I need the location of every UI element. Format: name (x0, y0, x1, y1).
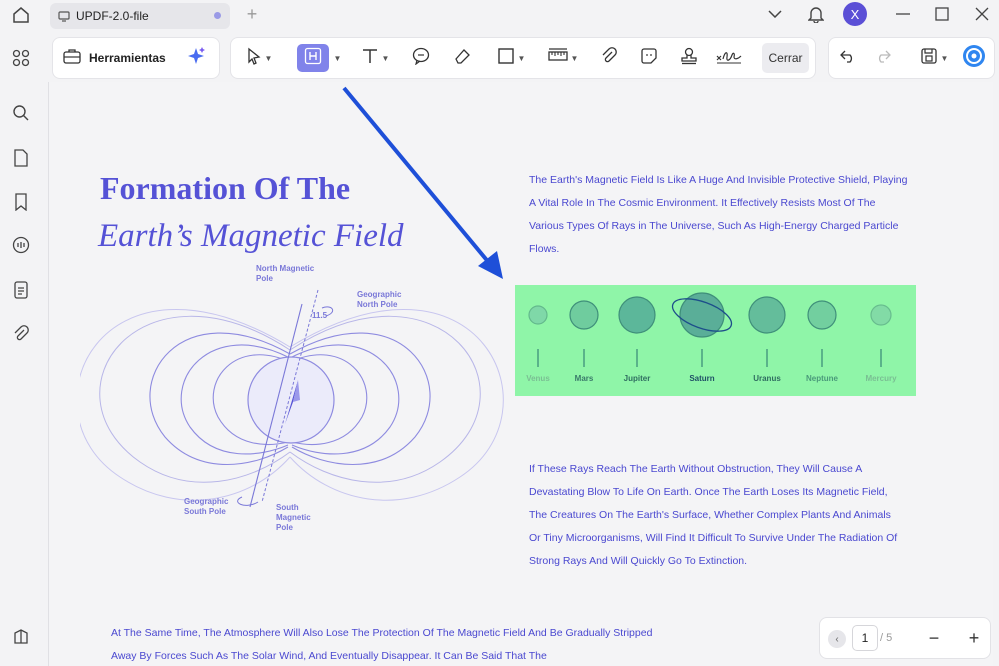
close-icon[interactable] (969, 2, 995, 26)
speech-bubble-icon (412, 47, 430, 70)
page-number-input[interactable]: 1 (852, 625, 878, 651)
magnetic-field-diagram: North Magnetic Pole Geographic North Pol… (76, 262, 510, 542)
bookmark-icon[interactable] (10, 191, 32, 213)
left-sidebar (0, 30, 44, 666)
redo-icon (875, 49, 891, 68)
measure-tool[interactable]: ▼ (543, 44, 583, 72)
stamp-icon (680, 47, 698, 70)
tools-button[interactable]: Herramientas (52, 37, 220, 79)
bell-icon[interactable] (803, 2, 829, 26)
page-total: / 5 (880, 632, 893, 644)
eraser-icon (453, 47, 471, 70)
apps-grid-icon[interactable] (10, 47, 32, 69)
chevron-down-icon[interactable]: ▼ (382, 54, 390, 63)
square-icon (497, 47, 515, 70)
planet-label: Jupiter (623, 374, 651, 383)
shape-tool[interactable]: ▼ (491, 44, 531, 72)
search-icon[interactable] (10, 102, 32, 124)
toolbox-icon (63, 48, 81, 69)
page-thumbnail-icon[interactable] (10, 147, 32, 169)
ai-assistant-icon (962, 44, 986, 73)
planet-label: Saturn (689, 374, 715, 383)
highlight-options[interactable]: ▼ (331, 44, 342, 72)
zoom-out-button[interactable]: − (924, 628, 944, 648)
stamp-tool[interactable] (678, 44, 700, 72)
south-magnetic-pole-label: South Magnetic Pole (276, 503, 311, 532)
select-tool[interactable]: ▼ (239, 44, 279, 72)
undo-button[interactable] (838, 44, 858, 72)
document-list-icon[interactable] (10, 279, 32, 301)
monitor-icon (58, 10, 70, 22)
planets-highlight[interactable]: Venus Mars Jupiter Saturn Uranus Neptune… (515, 285, 916, 396)
document-title-line1: Formation Of The (100, 170, 351, 206)
unsaved-dot-icon (214, 12, 221, 19)
save-button[interactable]: ▼ (914, 44, 954, 72)
page-navigator: ‹ 1 / 5 − + (819, 617, 991, 659)
title-bar: UPDF-2.0-file + X (0, 0, 999, 30)
text-icon (361, 47, 379, 70)
chevron-down-icon[interactable]: ▼ (571, 54, 579, 63)
redo-button[interactable] (873, 44, 893, 72)
geographic-south-pole-label: Geographic South Pole (184, 497, 229, 516)
paperclip-icon (601, 46, 617, 70)
cursor-icon (246, 47, 262, 70)
highlighter-icon (304, 47, 322, 70)
note-tool[interactable] (410, 44, 432, 72)
document-title-line2: Earth’s Magnetic Field (98, 218, 404, 254)
sparkle-icon (186, 46, 206, 71)
paragraph-2: If These Rays Reach The Earth Without Ob… (529, 463, 898, 567)
chevron-down-icon[interactable] (762, 2, 788, 26)
save-icon (920, 47, 938, 70)
paragraph-1: The Earth's Magnetic Field Is Like A Hug… (529, 174, 908, 255)
attachment-icon[interactable] (10, 323, 32, 345)
chevron-down-icon: ▼ (333, 53, 342, 63)
comment-icon[interactable] (10, 234, 32, 256)
tab-title: UPDF-2.0-file (76, 9, 149, 23)
minimize-icon[interactable] (890, 2, 916, 26)
paragraph-3: At The Same Time, The Atmosphere Will Al… (111, 627, 653, 662)
planet-label: Mars (574, 374, 594, 383)
geographic-north-pole-label: Geographic North Pole (357, 290, 402, 309)
chevron-down-icon[interactable]: ▼ (941, 54, 949, 63)
planet-label: Mercury (865, 374, 897, 383)
text-tool[interactable]: ▼ (355, 44, 395, 72)
close-tools-button[interactable]: Cerrar (762, 43, 809, 73)
undo-icon (840, 49, 856, 68)
highlight-tool[interactable] (297, 44, 329, 72)
layers-icon[interactable] (10, 626, 32, 648)
tools-label: Herramientas (89, 51, 166, 65)
avatar[interactable]: X (843, 2, 867, 26)
chevron-down-icon[interactable]: ▼ (518, 54, 526, 63)
home-icon[interactable] (10, 4, 32, 26)
sticker-icon (640, 47, 658, 70)
attach-file-tool[interactable] (598, 44, 620, 72)
sticker-tool[interactable] (638, 44, 660, 72)
planet-label: Neptune (806, 374, 838, 383)
planet-label: Uranus (753, 374, 781, 383)
chevron-down-icon[interactable]: ▼ (265, 54, 273, 63)
ruler-icon (547, 47, 568, 70)
north-magnetic-pole-label: North Magnetic Pole (256, 264, 315, 283)
eraser-tool[interactable] (451, 44, 473, 72)
previous-page-button[interactable]: ‹ (828, 630, 846, 648)
tilt-angle-label: 11.5 (312, 311, 328, 320)
ai-assistant-button[interactable] (962, 44, 986, 72)
new-tab-button[interactable]: + (242, 3, 262, 27)
zoom-in-button[interactable]: + (964, 628, 984, 648)
magnetic-field-illustration (76, 289, 504, 508)
document-tab[interactable]: UPDF-2.0-file (50, 3, 230, 29)
signature-tool[interactable] (716, 44, 742, 72)
signature-icon (716, 47, 742, 70)
maximize-icon[interactable] (929, 2, 955, 26)
